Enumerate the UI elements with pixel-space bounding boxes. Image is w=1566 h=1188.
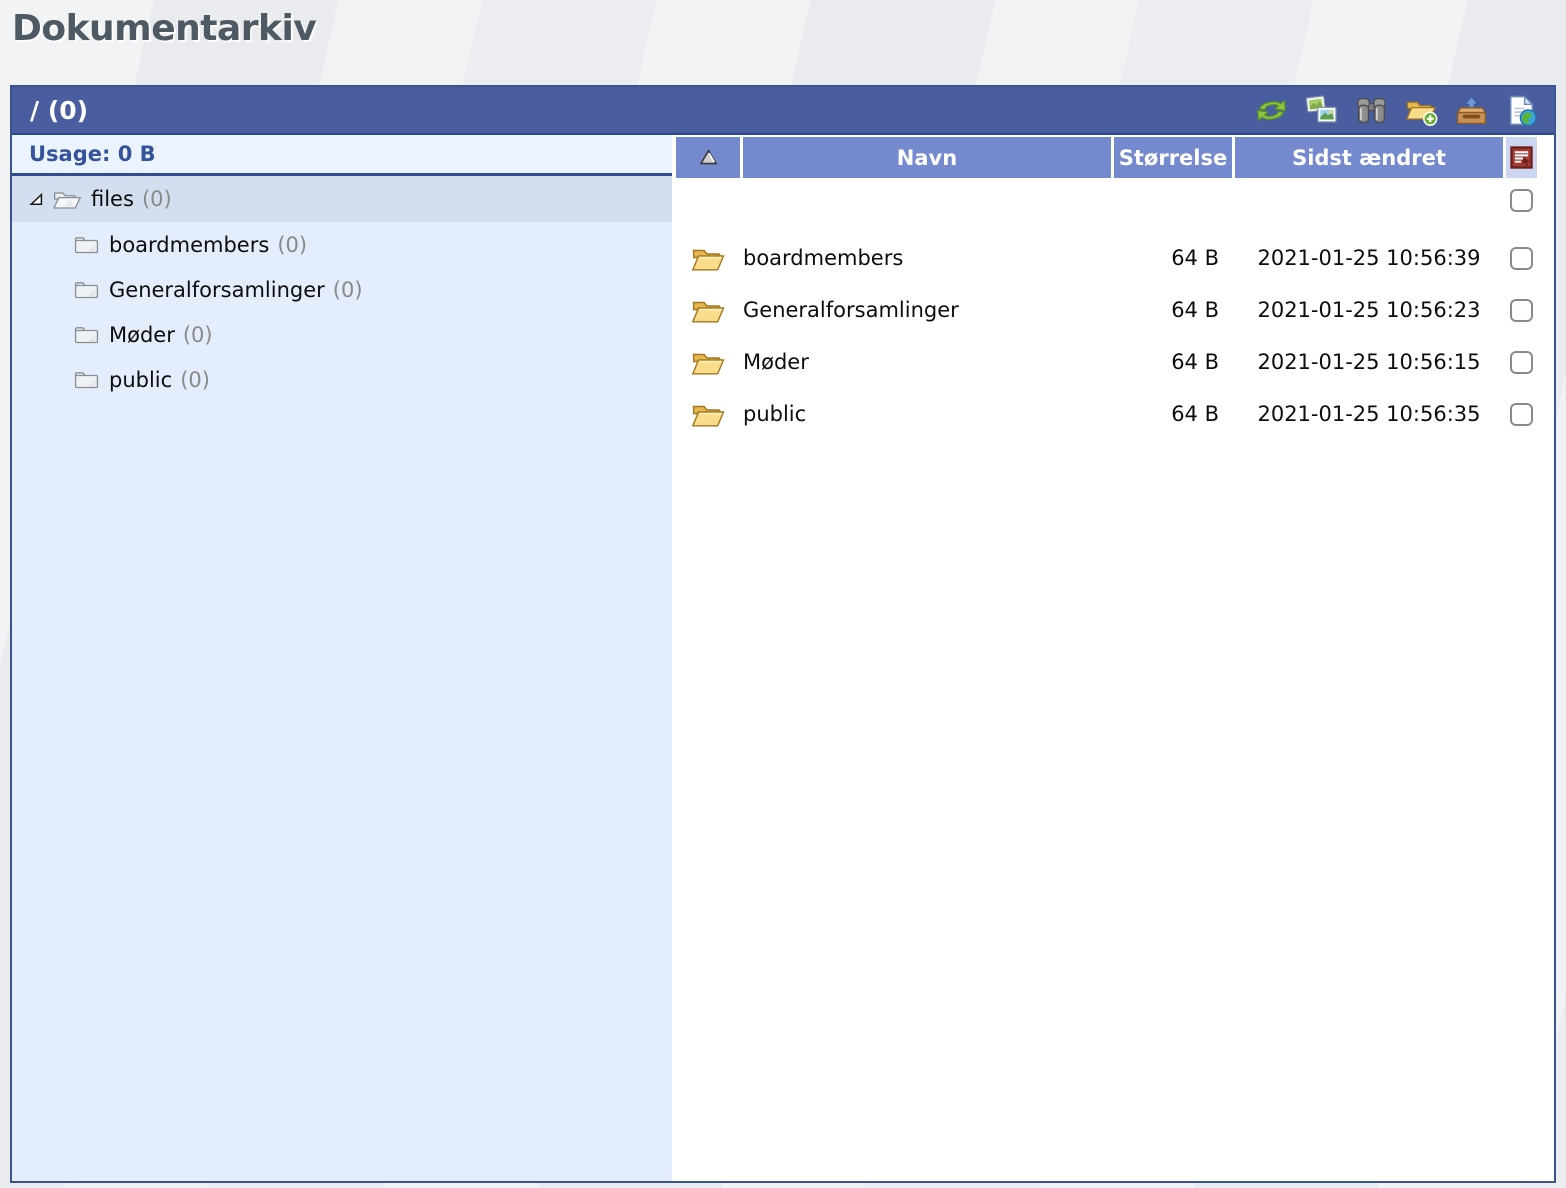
folder-icon [74, 370, 99, 389]
file-size: 64 B [1114, 298, 1232, 322]
tree-item-generalforsamlinger[interactable]: Generalforsamlinger (0) [12, 267, 672, 312]
sort-direction-header[interactable] [676, 137, 740, 178]
search-button[interactable] [1355, 94, 1388, 127]
tree-item-count: (0) [142, 187, 172, 211]
binoculars-search-icon [1355, 94, 1388, 127]
tree-item-files[interactable]: files (0) [12, 176, 672, 222]
folder-icon [74, 235, 99, 254]
tree-item-count: (0) [277, 233, 307, 257]
toolbar [1255, 94, 1538, 127]
gallery-view-icon [1305, 94, 1338, 127]
folder-icon [691, 348, 725, 376]
folder-icon [74, 325, 99, 344]
row-checkbox[interactable] [1510, 247, 1533, 270]
table-row[interactable]: public 64 B 2021-01-25 10:56:35 [676, 388, 1554, 440]
sidebar: Usage: 0 B files (0) boardmembers (0) [12, 135, 676, 1181]
file-size: 64 B [1114, 246, 1232, 270]
folder-icon [74, 280, 99, 299]
column-header-size[interactable]: Størrelse [1114, 137, 1232, 178]
table-row[interactable]: boardmembers 64 B 2021-01-25 10:56:39 [676, 232, 1554, 284]
new-folder-icon [1405, 94, 1438, 127]
file-manager-panel: / (0) Usage: 0 B [10, 85, 1556, 1183]
tree-expander[interactable] [28, 191, 52, 207]
tree-item-label: public [109, 368, 172, 392]
document-globe-icon [1505, 94, 1538, 127]
tree-item-label: boardmembers [109, 233, 269, 257]
usage-header: Usage: 0 B [12, 135, 672, 176]
file-modified: 2021-01-25 10:56:35 [1235, 402, 1503, 426]
tree-item-label: Møder [109, 323, 175, 347]
column-header-name[interactable]: Navn [743, 137, 1111, 178]
select-all-checkbox[interactable] [1510, 189, 1533, 212]
new-folder-button[interactable] [1405, 94, 1438, 127]
sort-ascending-icon [698, 148, 719, 167]
file-modified: 2021-01-25 10:56:15 [1235, 350, 1503, 374]
row-checkbox[interactable] [1510, 351, 1533, 374]
folder-icon [691, 296, 725, 324]
share-document-button[interactable] [1505, 94, 1538, 127]
content-area: Usage: 0 B files (0) boardmembers (0) [12, 135, 1554, 1181]
current-path: / (0) [30, 96, 88, 125]
open-folder-icon [52, 188, 82, 210]
tree-item-boardmembers[interactable]: boardmembers (0) [12, 222, 672, 267]
gallery-view-button[interactable] [1305, 94, 1338, 127]
tree-item-count: (0) [183, 323, 213, 347]
select-mode-icon [1510, 146, 1533, 169]
topbar: / (0) [12, 87, 1554, 135]
file-modified: 2021-01-25 10:56:39 [1235, 246, 1503, 270]
tree-item-count: (0) [180, 368, 210, 392]
folder-icon [691, 400, 725, 428]
file-name[interactable]: boardmembers [743, 246, 1111, 270]
tree-item-label: Generalforsamlinger [109, 278, 325, 302]
tree-item-label: files [91, 187, 134, 211]
row-checkbox[interactable] [1510, 403, 1533, 426]
table-row[interactable]: Generalforsamlinger 64 B 2021-01-25 10:5… [676, 284, 1554, 336]
refresh-button[interactable] [1255, 94, 1288, 127]
row-checkbox[interactable] [1510, 299, 1533, 322]
refresh-icon [1255, 94, 1288, 127]
column-header-modified[interactable]: Sidst ændret [1235, 137, 1503, 178]
table-row[interactable]: Møder 64 B 2021-01-25 10:56:15 [676, 336, 1554, 388]
upload-icon [1455, 94, 1488, 127]
table-header: Navn Størrelse Sidst ændret [676, 137, 1554, 178]
page-title: Dokumentarkiv [12, 8, 316, 49]
tree-item-moeder[interactable]: Møder (0) [12, 312, 672, 357]
tree-item-count: (0) [333, 278, 363, 302]
file-list: Navn Størrelse Sidst ændret [676, 135, 1554, 1181]
file-modified: 2021-01-25 10:56:23 [1235, 298, 1503, 322]
select-all-row [676, 186, 1554, 214]
file-size: 64 B [1114, 402, 1232, 426]
upload-button[interactable] [1455, 94, 1488, 127]
file-name[interactable]: Møder [743, 350, 1111, 374]
collapse-triangle-icon [28, 191, 44, 207]
folder-tree: files (0) boardmembers (0) Generalforsam… [12, 176, 672, 1181]
tree-item-public[interactable]: public (0) [12, 357, 672, 402]
file-name[interactable]: public [743, 402, 1111, 426]
folder-icon [691, 244, 725, 272]
file-name[interactable]: Generalforsamlinger [743, 298, 1111, 322]
select-mode-header[interactable] [1506, 137, 1537, 178]
file-size: 64 B [1114, 350, 1232, 374]
